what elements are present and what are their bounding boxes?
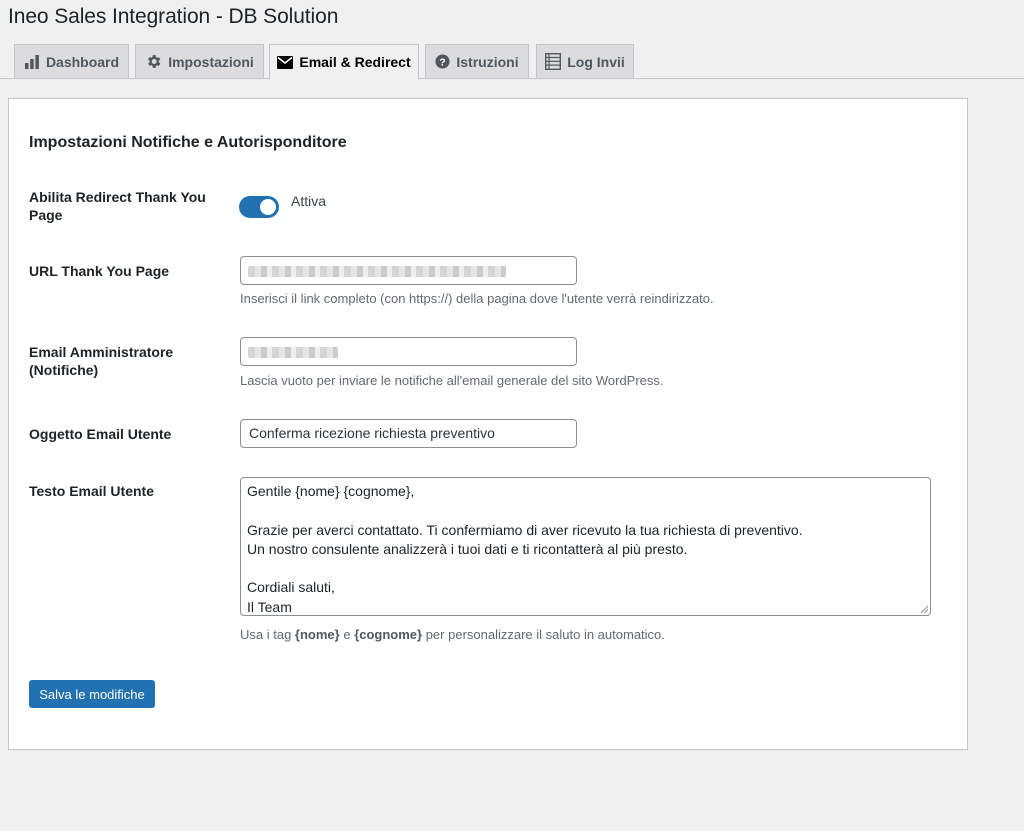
- page-title: Ineo Sales Integration - DB Solution: [8, 5, 339, 28]
- section-title: Impostazioni Notifiche e Autorisponditor…: [29, 134, 347, 151]
- thankyou-url-label: URL Thank You Page: [29, 263, 170, 279]
- toggle-status-label: Attiva: [291, 193, 327, 209]
- user-subject-label: Oggetto Email Utente: [29, 426, 172, 442]
- help-text: per personalizzare il saluto in automati…: [422, 627, 665, 642]
- list-table-icon: [545, 53, 562, 70]
- admin-email-input[interactable]: [240, 337, 577, 366]
- user-body-help: Usa i tag {nome} e {cognome} per persona…: [240, 627, 665, 642]
- redirect-label: Abilita Redirect Thank You Page: [29, 189, 206, 223]
- svg-text:?: ?: [440, 57, 446, 68]
- save-button[interactable]: Salva le modifiche: [29, 680, 155, 708]
- resize-grip-icon[interactable]: [920, 605, 929, 614]
- tab-label: Log Invii: [567, 53, 625, 70]
- envelope-icon: [277, 55, 294, 69]
- thankyou-url-description: Inserisci il link completo (con https://…: [240, 291, 714, 306]
- admin-email-label: Email Amministratore (Notifiche): [29, 344, 174, 378]
- redirect-toggle[interactable]: [239, 196, 279, 218]
- help-text: e: [339, 627, 355, 642]
- textarea-content: Gentile {nome} {cognome}, Grazie per ave…: [247, 483, 803, 615]
- tab-label: Istruzioni: [456, 53, 519, 70]
- user-body-textarea[interactable]: Gentile {nome} {cognome}, Grazie per ave…: [240, 477, 931, 616]
- bar-chart-icon: [24, 54, 39, 69]
- gear-icon: [148, 55, 161, 68]
- user-subject-input[interactable]: Conferma ricezione richiesta preventivo: [240, 419, 577, 448]
- user-body-label: Testo Email Utente: [29, 483, 154, 499]
- tab-label: Email & Redirect: [299, 54, 411, 70]
- tab-label: Impostazioni: [168, 53, 254, 70]
- toggle-knob: [260, 199, 276, 215]
- help-text: Usa i tag: [240, 627, 295, 642]
- tag-cognome: {cognome}: [354, 627, 423, 642]
- redacted-value: [248, 266, 506, 277]
- tab-bar: Dashboard Impostazioni Email & Redirect …: [0, 44, 1024, 80]
- help-circle-icon: ?: [435, 54, 450, 69]
- tab-dashboard[interactable]: Dashboard: [14, 44, 129, 79]
- thankyou-url-input[interactable]: [240, 256, 577, 285]
- tab-email-redirect[interactable]: Email & Redirect: [269, 44, 419, 80]
- tab-log-invii[interactable]: Log Invii: [536, 44, 634, 79]
- settings-card: Impostazioni Notifiche e Autorisponditor…: [8, 98, 968, 750]
- tab-istruzioni[interactable]: ? Istruzioni: [425, 44, 529, 79]
- redacted-value: [248, 347, 338, 358]
- tab-label: Dashboard: [45, 53, 120, 70]
- tab-impostazioni[interactable]: Impostazioni: [135, 44, 264, 79]
- admin-email-description: Lascia vuoto per inviare le notifiche al…: [240, 373, 664, 388]
- tag-nome: {nome}: [294, 627, 340, 642]
